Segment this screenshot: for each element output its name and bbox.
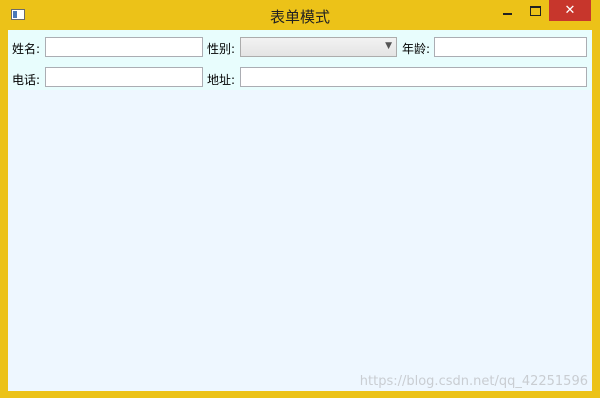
close-button[interactable]: ✕	[549, 0, 591, 21]
form-panel: 姓名: 性别: ▼ 年龄: 电话: 地址: https://blog.csdn.…	[8, 30, 592, 391]
name-label: 姓名:	[12, 42, 41, 56]
phone-label: 电话:	[12, 73, 41, 87]
age-input[interactable]	[434, 37, 587, 57]
minimize-icon	[502, 12, 512, 15]
minimize-button[interactable]	[493, 0, 521, 21]
chevron-down-icon: ▼	[385, 41, 392, 51]
watermark-text: https://blog.csdn.net/qq_42251596	[359, 374, 588, 389]
phone-input[interactable]	[45, 67, 203, 87]
maximize-button[interactable]	[521, 0, 549, 21]
address-input[interactable]	[240, 67, 587, 87]
gender-label: 性别:	[207, 42, 236, 56]
gender-select[interactable]: ▼	[240, 37, 397, 57]
age-label: 年龄:	[402, 42, 431, 56]
title-bar[interactable]: 表单模式 ✕	[0, 0, 600, 30]
address-label: 地址:	[207, 73, 236, 87]
close-icon: ✕	[564, 3, 576, 18]
maximize-icon	[529, 5, 541, 16]
app-window: 表单模式 ✕ 姓名: 性别: ▼ 年龄: 电话: 地址: https://blo…	[0, 0, 600, 398]
name-input[interactable]	[45, 37, 203, 57]
